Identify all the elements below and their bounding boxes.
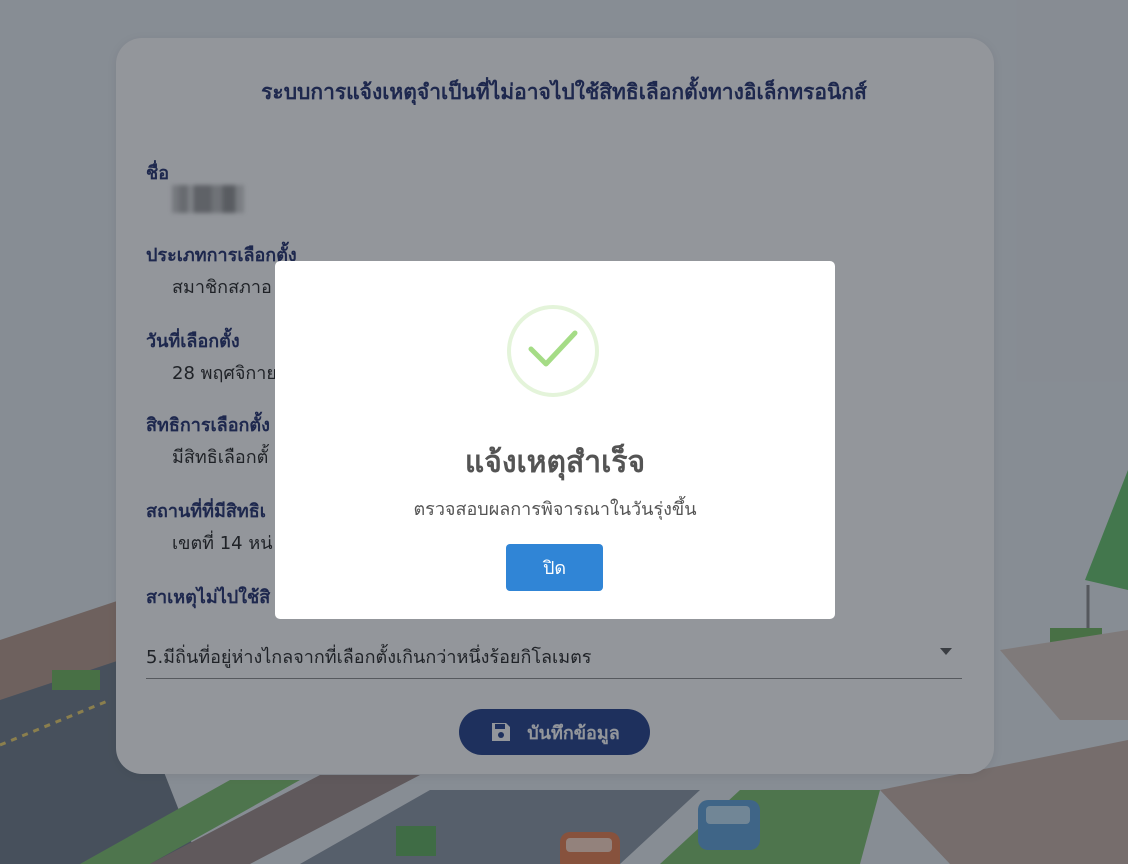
success-dialog: แจ้งเหตุสำเร็จ ตรวจสอบผลการพิจารณาในวันร… <box>275 261 835 619</box>
dialog-title: แจ้งเหตุสำเร็จ <box>464 445 646 480</box>
dialog-message: ตรวจสอบผลการพิจารณาในวันรุ่งขึ้น <box>413 499 697 520</box>
success-check-icon <box>507 305 599 397</box>
close-button[interactable]: ปิด <box>506 544 603 591</box>
